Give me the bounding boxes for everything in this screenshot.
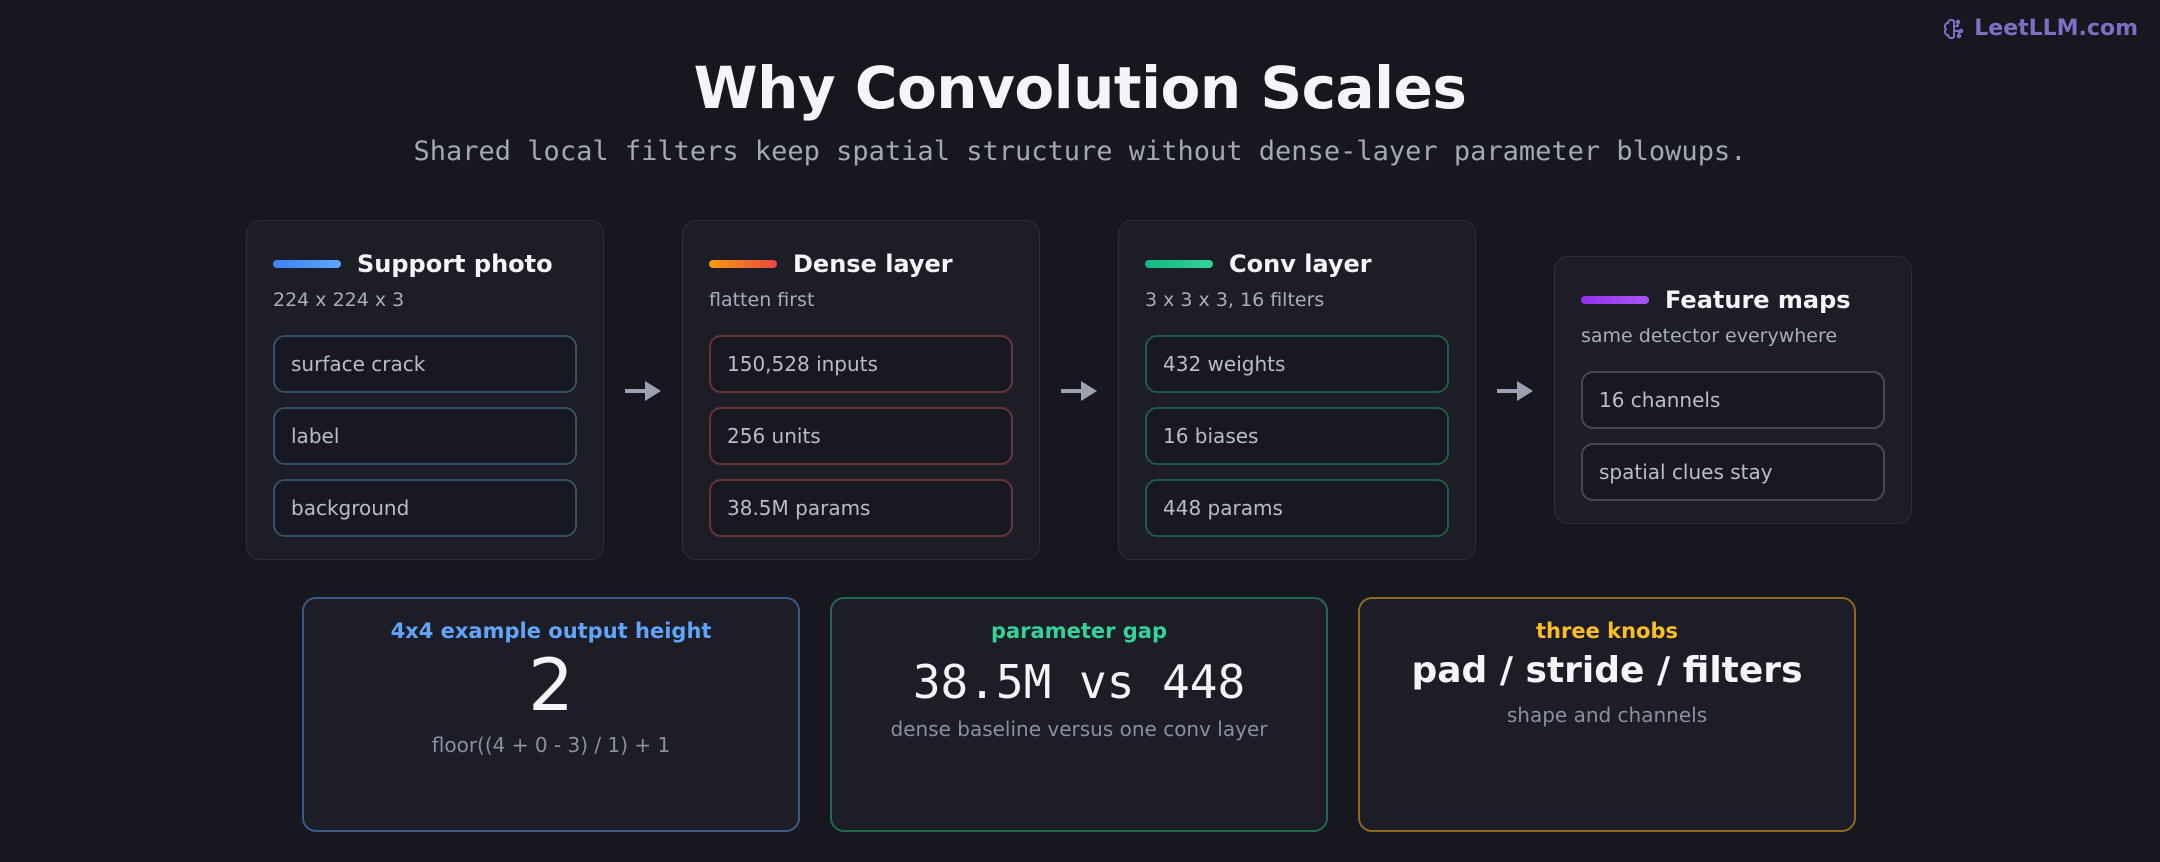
card-subtitle: same detector everywhere (1581, 325, 1838, 347)
stat-label: 4x4 example output height (390, 619, 712, 643)
pill-item: 256 units (709, 407, 1013, 465)
accent-bar (273, 260, 341, 268)
brand-logo[interactable]: LeetLLM.com (1942, 16, 2138, 41)
card-subtitle: 3 x 3 x 3, 16 filters (1145, 289, 1325, 311)
pill-item: spatial clues stay (1581, 443, 1885, 501)
stat-note: dense baseline versus one conv layer (890, 717, 1268, 741)
stat-label: parameter gap (990, 619, 1168, 643)
card-title: Dense layer (793, 250, 953, 278)
card-title: Conv layer (1229, 250, 1372, 278)
stat-note: shape and channels (1506, 702, 1708, 727)
page-title: Why Convolution Scales (693, 54, 1467, 122)
stat-output-height: 4x4 example output height 2 floor((4 + 0… (302, 597, 800, 832)
arrow-right-icon (1497, 381, 1533, 401)
arrow-right-icon (625, 381, 661, 401)
arrow-right-icon (1061, 381, 1097, 401)
card-feature-maps: Feature maps same detector everywhere 16… (1554, 256, 1912, 524)
card-subtitle: 224 x 224 x 3 (273, 289, 405, 311)
pill-item: background (273, 479, 577, 537)
accent-bar (1145, 260, 1213, 268)
pill-item: 150,528 inputs (709, 335, 1013, 393)
card-title: Support photo (357, 250, 553, 278)
stat-value: 2 (528, 643, 574, 727)
card-subtitle: flatten first (709, 289, 815, 311)
pill-item: 16 channels (1581, 371, 1885, 429)
stat-value: pad / stride / filters (1411, 650, 1803, 691)
card-support-photo: Support photo 224 x 224 x 3 surface crac… (246, 220, 604, 560)
pill-item: 38.5M params (709, 479, 1013, 537)
page-subtitle: Shared local filters keep spatial struct… (413, 136, 1747, 167)
card-dense-layer: Dense layer flatten first 150,528 inputs… (682, 220, 1040, 560)
pill-item: 16 biases (1145, 407, 1449, 465)
accent-bar (1581, 296, 1649, 304)
pill-item: label (273, 407, 577, 465)
brain-icon (1944, 18, 1964, 39)
accent-bar (709, 260, 777, 268)
pill-item: 432 weights (1145, 335, 1449, 393)
stat-parameter-gap: parameter gap 38.5M vs 448 dense baselin… (830, 597, 1328, 832)
pill-item: surface crack (273, 335, 577, 393)
stat-three-knobs: three knobs pad / stride / filters shape… (1358, 597, 1856, 832)
stat-label: three knobs (1535, 619, 1679, 643)
stat-value: 38.5M vs 448 (912, 655, 1246, 709)
card-title: Feature maps (1665, 286, 1851, 314)
brand-name: LeetLLM.com (1974, 16, 2138, 41)
card-conv-layer: Conv layer 3 x 3 x 3, 16 filters 432 wei… (1118, 220, 1476, 560)
pill-item: 448 params (1145, 479, 1449, 537)
stat-note: floor((4 + 0 - 3) / 1) + 1 (431, 733, 671, 757)
